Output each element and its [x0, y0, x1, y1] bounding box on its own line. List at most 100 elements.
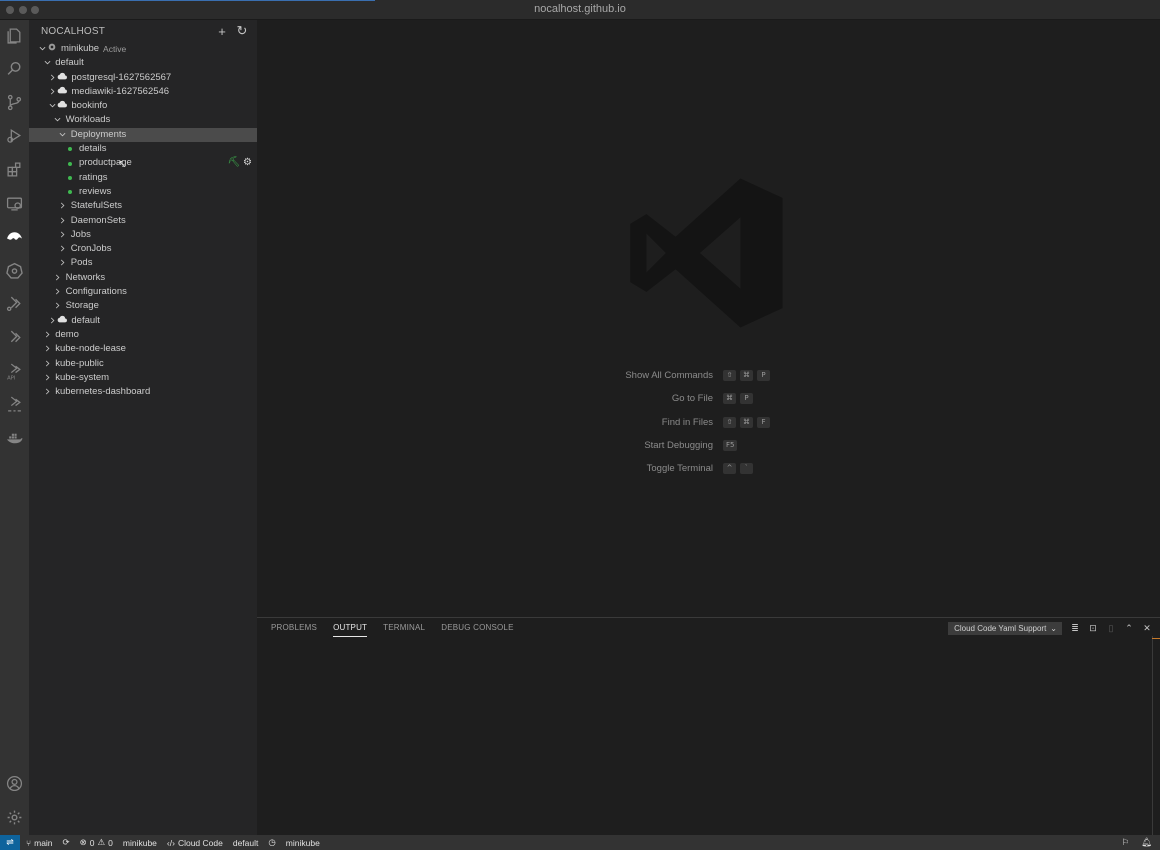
- output-channel-value: Cloud Code Yaml Support: [954, 624, 1047, 633]
- tree-item[interactable]: kubernetes-dashboard: [29, 385, 257, 399]
- tree-item[interactable]: kube-node-lease: [29, 342, 257, 356]
- chevron-right-icon[interactable]: [58, 199, 68, 213]
- tree-item[interactable]: Networks: [29, 271, 257, 285]
- settings-gear-icon[interactable]: [0, 802, 29, 832]
- clear-output-icon[interactable]: ≣: [1070, 623, 1080, 634]
- tab-terminal[interactable]: TERMINAL: [383, 623, 425, 637]
- cloud-code-status[interactable]: ‹/› Cloud Code: [167, 838, 223, 848]
- chevron-right-icon[interactable]: [58, 214, 68, 228]
- tree-item[interactable]: bookinfo: [29, 99, 257, 113]
- tree-item-label: Deployments: [70, 128, 127, 140]
- chevron-down-icon[interactable]: [42, 56, 52, 70]
- git-branch[interactable]: ⑂ main: [26, 838, 53, 848]
- sidebar-title: NOCALHOST: [41, 26, 106, 37]
- cloud-run-icon[interactable]: [0, 288, 29, 318]
- remote-explorer-icon[interactable]: [0, 188, 29, 218]
- output-channel-select[interactable]: Cloud Code Yaml Support ⌄: [948, 622, 1062, 635]
- live-share-icon[interactable]: ⚐: [1122, 837, 1130, 848]
- context-status[interactable]: minikube: [286, 838, 320, 848]
- chevron-right-icon[interactable]: [53, 285, 63, 299]
- editor-area: Show All Commands ⇧ ⌘ P Go to File ⌘ P Find in …: [257, 20, 1160, 617]
- chevron-right-icon[interactable]: [47, 71, 57, 85]
- tree-item[interactable]: Deployments: [29, 127, 257, 143]
- extensions-icon[interactable]: [0, 154, 29, 184]
- chevron-right-icon[interactable]: [58, 228, 68, 242]
- tree-item[interactable]: default: [29, 56, 257, 70]
- tree-item[interactable]: default: [29, 314, 257, 328]
- chevron-right-icon[interactable]: [53, 271, 63, 285]
- tree-item[interactable]: DaemonSets: [29, 214, 257, 228]
- tree-item-label: bookinfo: [71, 100, 108, 112]
- chevron-right-icon[interactable]: [53, 299, 63, 313]
- cloud-code-icon[interactable]: [0, 322, 29, 352]
- tree-item-label: mediawiki-1627562546: [71, 85, 170, 97]
- tab-problems[interactable]: PROBLEMS: [271, 623, 317, 637]
- settings-icon[interactable]: ⚙: [243, 156, 252, 170]
- tab-debug-console[interactable]: DEBUG CONSOLE: [441, 623, 513, 637]
- chevron-right-icon[interactable]: [42, 371, 52, 385]
- chevron-down-icon[interactable]: [37, 42, 47, 56]
- tree-item[interactable]: CronJobs: [29, 242, 257, 256]
- tree-item[interactable]: ratings: [29, 171, 257, 185]
- tree-item[interactable]: details: [29, 142, 257, 156]
- tree-item[interactable]: kube-system: [29, 371, 257, 385]
- dev-start-hammer-icon[interactable]: ⛏: [227, 156, 240, 170]
- tree-item[interactable]: reviews: [29, 185, 257, 199]
- tree-item[interactable]: kube-public: [29, 357, 257, 371]
- cluster-status-tag: Active: [103, 44, 127, 54]
- tree-item[interactable]: minikube Active: [29, 42, 257, 56]
- chevron-right-icon[interactable]: [47, 85, 57, 99]
- run-debug-icon[interactable]: [0, 120, 29, 150]
- docker-icon[interactable]: [0, 423, 29, 453]
- open-log-icon[interactable]: ▯: [1106, 623, 1116, 634]
- explorer-icon[interactable]: [0, 20, 29, 50]
- key-cap: ⌘: [740, 416, 753, 428]
- refresh-icon[interactable]: ↻: [235, 23, 249, 39]
- chevron-down-icon[interactable]: [47, 99, 57, 113]
- chevron-right-icon[interactable]: [42, 342, 52, 356]
- tab-output[interactable]: OUTPUT: [333, 623, 368, 637]
- tree-item[interactable]: productpage ↖ ⛏ ⚙: [29, 156, 257, 170]
- error-icon: ⊗: [79, 837, 87, 847]
- tree-item[interactable]: Workloads: [29, 113, 257, 127]
- chevron-down-icon[interactable]: [58, 128, 68, 142]
- apis-icon[interactable]: API: [0, 356, 29, 386]
- source-control-icon[interactable]: [0, 87, 29, 117]
- add-cluster-icon[interactable]: +: [215, 23, 229, 39]
- tree-item[interactable]: Storage: [29, 299, 257, 313]
- chevron-down-icon[interactable]: [53, 113, 63, 127]
- key-cap: ⌘: [723, 393, 736, 405]
- search-icon[interactable]: [0, 53, 29, 83]
- tree-item[interactable]: Configurations: [29, 285, 257, 299]
- maximize-panel-icon[interactable]: ⌃: [1124, 623, 1134, 634]
- sync-icon[interactable]: ⟳: [63, 837, 70, 848]
- running-status-dot: [68, 161, 72, 166]
- chevron-right-icon[interactable]: [58, 242, 68, 256]
- chevron-right-icon[interactable]: [42, 328, 52, 342]
- problems-counter[interactable]: ⊗ 0 ⚠ 0: [80, 837, 113, 848]
- lock-scroll-icon[interactable]: ⊡: [1088, 623, 1098, 634]
- kubernetes-icon[interactable]: [0, 255, 29, 285]
- tree-item[interactable]: Jobs: [29, 228, 257, 242]
- chevron-right-icon[interactable]: [47, 314, 57, 328]
- notifications-bell-icon[interactable]: 🔔︎: [1141, 837, 1152, 848]
- tree-item[interactable]: Pods: [29, 256, 257, 270]
- chevron-right-icon[interactable]: [58, 256, 68, 270]
- tree-item-label: StatefulSets: [70, 200, 123, 212]
- cloud-icon: [57, 314, 68, 328]
- close-panel-icon[interactable]: ✕: [1142, 623, 1152, 634]
- chevron-right-icon[interactable]: [42, 385, 52, 399]
- accounts-icon[interactable]: [0, 768, 29, 798]
- nocalhost-icon[interactable]: [0, 221, 29, 251]
- namespace-status[interactable]: default: [233, 838, 259, 848]
- history-icon[interactable]: ◷: [268, 837, 275, 848]
- cluster-status[interactable]: minikube: [123, 838, 157, 848]
- tree-item-label: Configurations: [65, 286, 127, 298]
- secret-manager-icon[interactable]: [0, 389, 29, 419]
- tree-item[interactable]: mediawiki-1627562546: [29, 85, 257, 99]
- remote-indicator-icon[interactable]: ⇌: [0, 835, 20, 850]
- tree-item[interactable]: postgresql-1627562567: [29, 71, 257, 85]
- tree-item[interactable]: demo: [29, 328, 257, 342]
- chevron-right-icon[interactable]: [42, 357, 52, 371]
- tree-item[interactable]: StatefulSets: [29, 199, 257, 213]
